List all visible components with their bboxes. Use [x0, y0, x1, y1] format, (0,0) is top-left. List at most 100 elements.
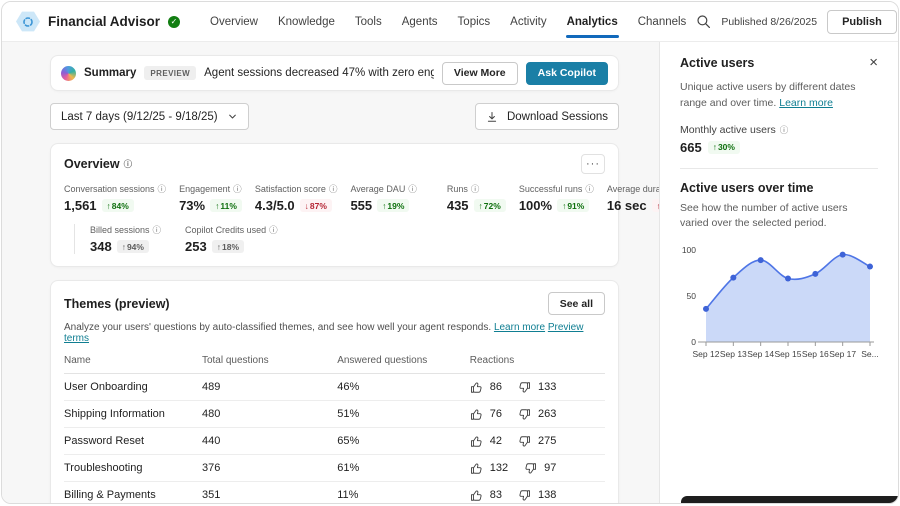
theme-row: User Onboarding 489 46% 86 133 [64, 374, 605, 401]
theme-answered-questions: 65% [337, 435, 470, 447]
overview-title: Overview ⓘ [64, 157, 132, 171]
see-all-button[interactable]: See all [548, 292, 605, 315]
nav-tab-tools[interactable]: Tools [345, 2, 392, 42]
nav-tab-activity[interactable]: Activity [500, 2, 556, 42]
thumbs-down-icon [518, 408, 531, 421]
nav-tab-analytics[interactable]: Analytics [557, 2, 628, 42]
monthly-delta-badge: ↑30% [708, 141, 740, 154]
nav-tab-agents[interactable]: Agents [392, 2, 448, 42]
metric-value: 73% [179, 198, 205, 213]
ask-copilot-button[interactable]: Ask Copilot [526, 62, 608, 85]
thumbs-up-icon [470, 381, 483, 394]
svg-text:Sep 15: Sep 15 [775, 349, 802, 359]
dislikes-count: 133 [538, 381, 556, 393]
chart-section-title: Active users over time [680, 181, 878, 195]
theme-total-questions: 480 [202, 408, 337, 420]
summary-title: Summary [84, 67, 136, 79]
info-icon[interactable]: ⓘ [329, 183, 338, 195]
main-area: Summary PREVIEW Agent sessions decreased… [2, 42, 659, 503]
date-range-dropdown[interactable]: Last 7 days (9/12/25 - 9/18/25) [50, 103, 249, 130]
nav-tab-channels[interactable]: Channels [628, 2, 697, 42]
metric-label: Copilot Credits used [185, 225, 266, 235]
metric-value: 16 sec [607, 198, 647, 213]
search-icon[interactable] [696, 14, 711, 29]
theme-total-questions: 440 [202, 435, 337, 447]
top-nav: OverviewKnowledgeToolsAgentsTopicsActivi… [200, 2, 696, 42]
info-icon[interactable]: ⓘ [471, 183, 480, 195]
metric-value: 435 [447, 198, 469, 213]
info-icon[interactable]: ⓘ [124, 158, 133, 170]
theme-answered-questions: 61% [337, 462, 470, 474]
metric-delta-badge: ↑19% [377, 199, 409, 212]
summary-banner: Summary PREVIEW Agent sessions decreased… [50, 55, 619, 91]
info-icon[interactable]: ⓘ [585, 183, 594, 195]
preview-badge: PREVIEW [144, 66, 196, 80]
info-icon[interactable]: ⓘ [158, 183, 167, 195]
svg-text:Sep 17: Sep 17 [829, 349, 856, 359]
theme-answered-questions: 46% [337, 381, 470, 393]
nav-tab-knowledge[interactable]: Knowledge [268, 2, 345, 42]
svg-text:Sep 13: Sep 13 [720, 349, 747, 359]
info-icon[interactable]: ⓘ [408, 183, 417, 195]
download-sessions-label: Download Sessions [507, 111, 608, 123]
view-more-button[interactable]: View More [442, 62, 518, 85]
metric-delta-badge: ↑94% [117, 240, 149, 253]
close-icon[interactable]: × [869, 55, 878, 70]
theme-name: Billing & Payments [64, 489, 202, 501]
thumbs-up-icon [470, 435, 483, 448]
theme-reactions: 42 275 [470, 435, 605, 448]
cut-off-overlay-element [681, 496, 898, 503]
metric-value: 100% [519, 198, 552, 213]
info-icon[interactable]: ⓘ [153, 224, 162, 236]
nav-tab-overview[interactable]: Overview [200, 2, 268, 42]
svg-text:100: 100 [682, 245, 696, 255]
info-icon[interactable]: ⓘ [233, 183, 242, 195]
column-header-total-questions: Total questions [202, 355, 337, 366]
verified-badge-icon: ✓ [168, 16, 180, 28]
panel-learn-more-link[interactable]: Learn more [779, 97, 833, 109]
thumbs-down-icon [524, 462, 537, 475]
themes-table-header: NameTotal questionsAnswered questionsRea… [64, 344, 605, 374]
likes-count: 132 [490, 462, 508, 474]
likes-count: 76 [490, 408, 502, 420]
theme-row: Shipping Information 480 51% 76 263 [64, 401, 605, 428]
metric-delta-badge: ↑72% [474, 199, 506, 212]
dislikes-count: 275 [538, 435, 556, 447]
theme-row: Troubleshooting 376 61% 132 97 [64, 455, 605, 482]
summary-text: Agent sessions decreased 47% with zero e… [204, 67, 434, 79]
nav-tab-topics[interactable]: Topics [448, 2, 501, 42]
theme-reactions: 132 97 [470, 462, 605, 475]
app-window: Financial Advisor ✓ OverviewKnowledgeToo… [1, 1, 899, 504]
learn-more-link[interactable]: Learn more [494, 322, 545, 333]
metric-runs: Runs ⓘ 435 ↑72% [447, 183, 506, 213]
metric-label: Conversation sessions [64, 184, 155, 194]
thumbs-down-icon [518, 381, 531, 394]
topbar-actions: Published 8/26/2025 Publish Settings ···… [696, 9, 899, 35]
metric-value: 348 [90, 239, 112, 254]
download-icon [486, 111, 498, 123]
svg-text:Sep 14: Sep 14 [747, 349, 774, 359]
svg-text:0: 0 [691, 337, 696, 347]
column-header-name: Name [64, 355, 202, 366]
overview-more-button[interactable]: ··· [581, 154, 605, 174]
dislikes-count: 97 [544, 462, 556, 474]
metric-delta-badge: ↑11% [210, 199, 242, 212]
publish-button[interactable]: Publish [827, 10, 897, 34]
filter-row: Last 7 days (9/12/25 - 9/18/25) Download… [50, 103, 619, 130]
svg-text:50: 50 [687, 291, 697, 301]
chevron-down-icon [227, 111, 238, 122]
theme-total-questions: 351 [202, 489, 337, 501]
metric-label: Successful runs [519, 184, 583, 194]
info-icon[interactable]: ⓘ [269, 224, 278, 236]
thumbs-down-icon [518, 435, 531, 448]
metric-label: Billed sessions [90, 225, 150, 235]
thumbs-down-icon [518, 489, 531, 502]
topbar: Financial Advisor ✓ OverviewKnowledgeToo… [2, 2, 898, 42]
info-icon[interactable]: ⓘ [780, 124, 789, 136]
metric-conversation-sessions: Conversation sessions ⓘ 1,561 ↑84% [64, 183, 166, 213]
column-header-answered-questions: Answered questions [337, 355, 470, 366]
metric-value: 4.3/5.0 [255, 198, 295, 213]
download-sessions-button[interactable]: Download Sessions [475, 103, 619, 130]
monthly-active-users-value-row: 665 ↑30% [680, 140, 878, 155]
themes-card: Themes (preview) See all Analyze your us… [50, 280, 619, 503]
